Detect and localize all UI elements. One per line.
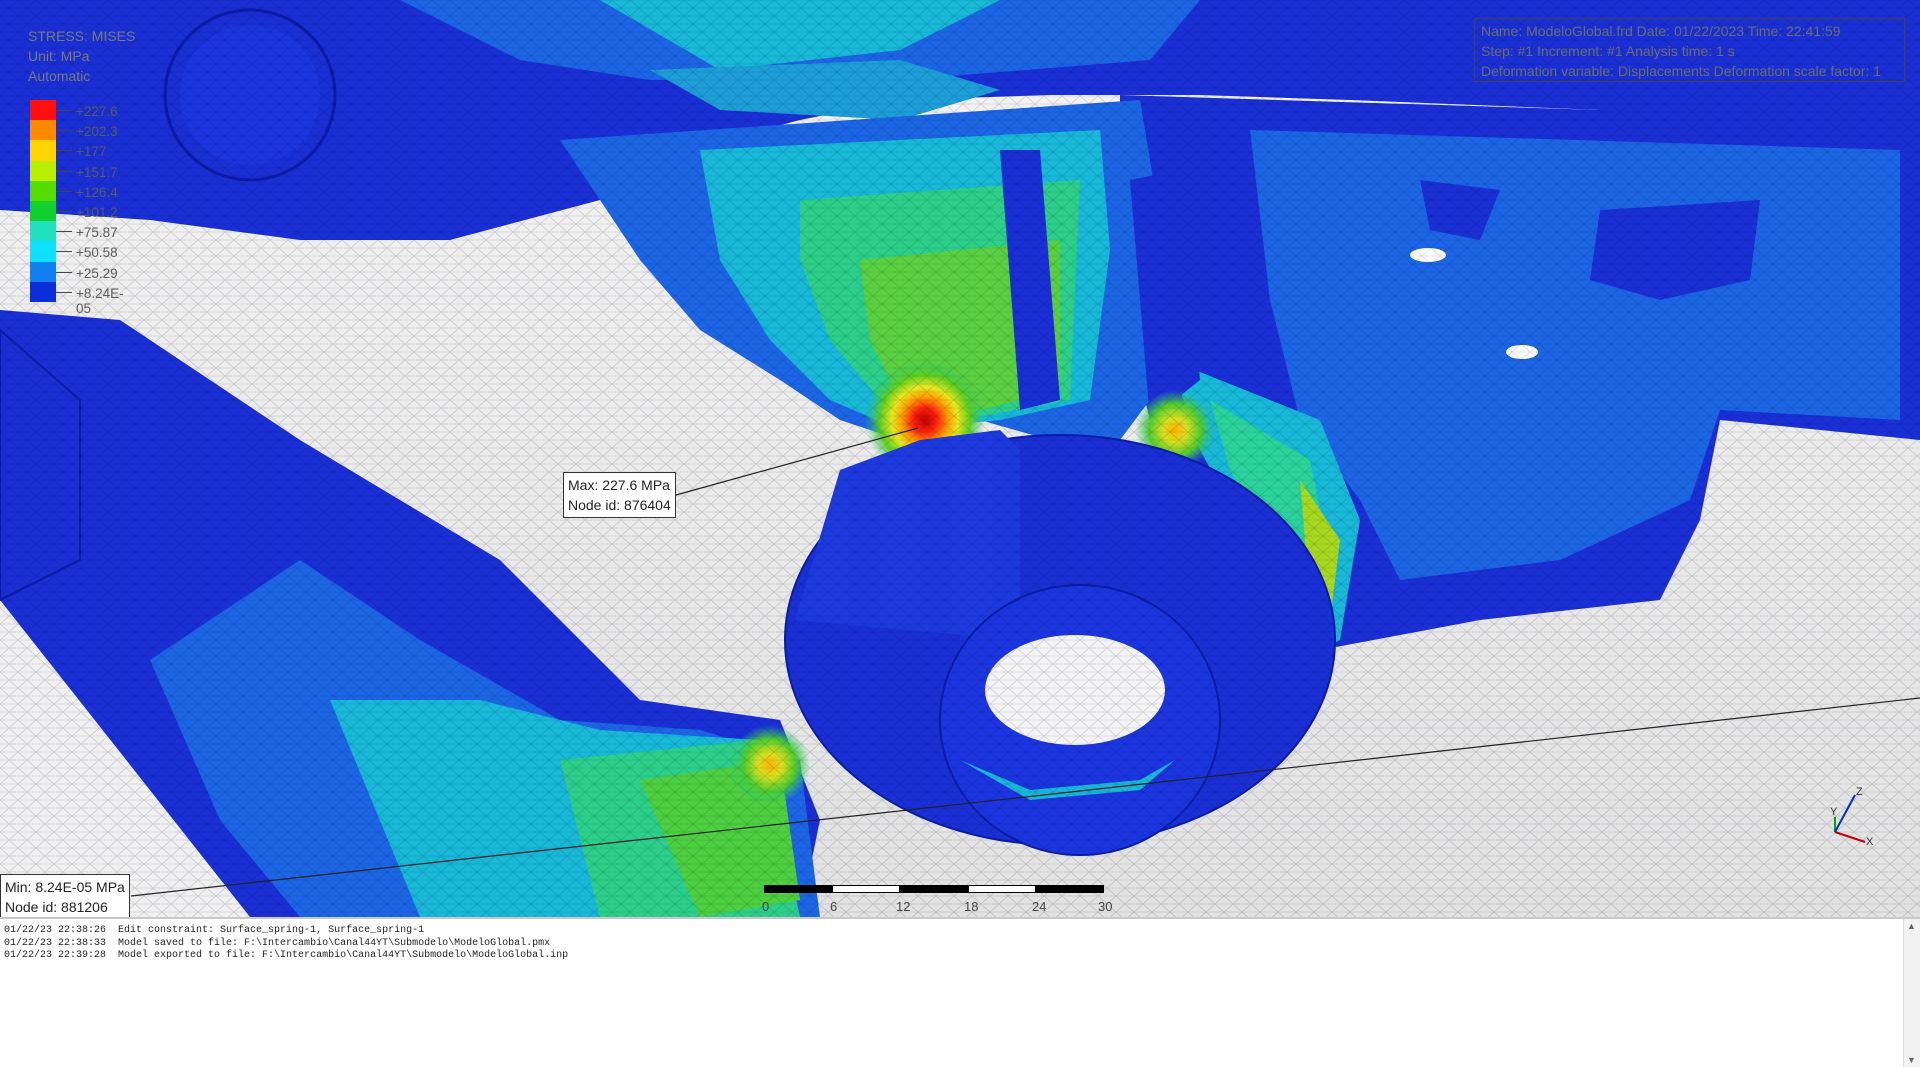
scroll-up-icon[interactable]: ▲	[1907, 921, 1916, 931]
legend-tick	[56, 110, 72, 111]
legend-swatch	[30, 140, 56, 161]
scale-label: 18	[964, 899, 979, 914]
axis-triad-icon: X Y Z	[1820, 785, 1890, 855]
legend-tick	[56, 251, 72, 253]
legend-swatch	[30, 261, 56, 282]
console-timestamp: 01/22/23 22:39:28	[4, 950, 107, 961]
scale-label: 0	[762, 899, 770, 914]
scale-seg	[1036, 885, 1104, 893]
legend-swatch	[30, 221, 56, 242]
legend-swatch	[30, 100, 56, 121]
legend-swatch	[30, 180, 56, 201]
legend-label: +126.4	[76, 184, 118, 200]
axis-y-label: Y	[1830, 806, 1838, 818]
legend-tick	[56, 271, 72, 273]
min-node: Node id: 881206	[5, 899, 108, 915]
console-message: Model saved to file: F:\Intercambio\Cana…	[118, 937, 551, 949]
console-timestamp: 01/22/23 22:38:26	[4, 925, 107, 936]
color-legend: STRESS: MISES Unit: MPa Automatic +227.6…	[28, 26, 136, 316]
max-value: Max: 227.6 MPa	[568, 477, 670, 493]
legend-label: +101.2	[76, 204, 118, 220]
scale-seg	[764, 885, 832, 893]
console-timestamp: 01/22/23 22:38:33	[4, 937, 107, 949]
message-console[interactable]: 01/22/23 22:38:26 Edit constraint: Surfac…	[0, 917, 1920, 1067]
legend-swatch	[30, 241, 56, 262]
legend-variable: STRESS: MISES	[28, 28, 136, 44]
info-line-2: Step: #1 Increment: #1 Analysis time: 1 …	[1481, 43, 1735, 59]
legend-tick	[56, 291, 72, 293]
scale-label: 6	[830, 899, 838, 914]
info-line-3: Deformation variable: Displacements Defo…	[1481, 63, 1881, 79]
console-line: 01/22/23 22:38:26 Edit constraint: Surfac…	[4, 925, 580, 938]
console-message: Edit constraint: Surface_spring-1, Surfa…	[118, 925, 425, 936]
min-callout: Min: 8.24E-05 MPa Node id: 881206	[0, 874, 130, 917]
scale-label: 12	[896, 899, 911, 914]
legend-tick	[56, 150, 72, 152]
console-line: 01/22/23 22:39:28 Model exported to file:…	[4, 950, 580, 963]
legend-mode: Automatic	[28, 68, 91, 84]
legend-label: +50.58	[76, 245, 118, 261]
max-node: Node id: 876404	[568, 497, 671, 513]
legend-label: +8.24E-05	[76, 285, 124, 316]
legend-swatch	[30, 160, 56, 181]
scale-seg	[900, 885, 968, 893]
max-callout: Max: 227.6 MPa Node id: 876404	[563, 472, 676, 518]
console-scrollbar[interactable]: ▲ ▼	[1903, 919, 1920, 1067]
info-line-1: Name: ModeloGlobal.frd Date: 01/22/2023 …	[1481, 23, 1841, 39]
legend-swatch	[30, 281, 56, 302]
scale-seg	[832, 885, 900, 893]
result-info-box: Name: ModeloGlobal.frd Date: 01/22/2023 …	[1474, 18, 1905, 82]
console-message: Model exported to file: F:\Intercambio\C…	[118, 950, 569, 961]
legend-label: +25.29	[76, 265, 118, 281]
scale-label: 24	[1032, 899, 1047, 914]
legend-label: +227.6	[76, 104, 118, 119]
legend-unit: Unit: MPa	[28, 48, 90, 64]
legend-label: +202.3	[76, 124, 118, 140]
3d-viewport[interactable]: STRESS: MISES Unit: MPa Automatic +227.6…	[0, 0, 1920, 917]
legend-label: +75.87	[76, 225, 118, 241]
legend-tick	[56, 130, 72, 132]
legend-label: +177	[76, 144, 107, 160]
console-log: 01/22/23 22:38:26 Edit constraint: Surfac…	[4, 925, 580, 963]
legend-label: +151.7	[76, 164, 118, 180]
legend-tick	[56, 190, 72, 192]
scale-label: 30 mm	[1098, 899, 1120, 917]
legend-tick	[56, 231, 72, 233]
legend-swatch	[30, 200, 56, 222]
scale-seg	[968, 885, 1036, 893]
min-value: Min: 8.24E-05 MPa	[5, 879, 125, 895]
axis-z-label: Z	[1856, 786, 1863, 798]
axis-x-label: X	[1866, 836, 1874, 848]
legend-tick	[56, 210, 72, 212]
console-line: 01/22/23 22:38:33 Model saved to file: F:…	[4, 938, 580, 951]
legend-swatch	[30, 120, 56, 141]
fea-model-render[interactable]	[0, 0, 1920, 917]
legend-tick	[56, 170, 72, 172]
scroll-down-icon[interactable]: ▼	[1907, 1055, 1916, 1065]
fea-postprocessor-window: STRESS: MISES Unit: MPa Automatic +227.6…	[0, 0, 1920, 1067]
